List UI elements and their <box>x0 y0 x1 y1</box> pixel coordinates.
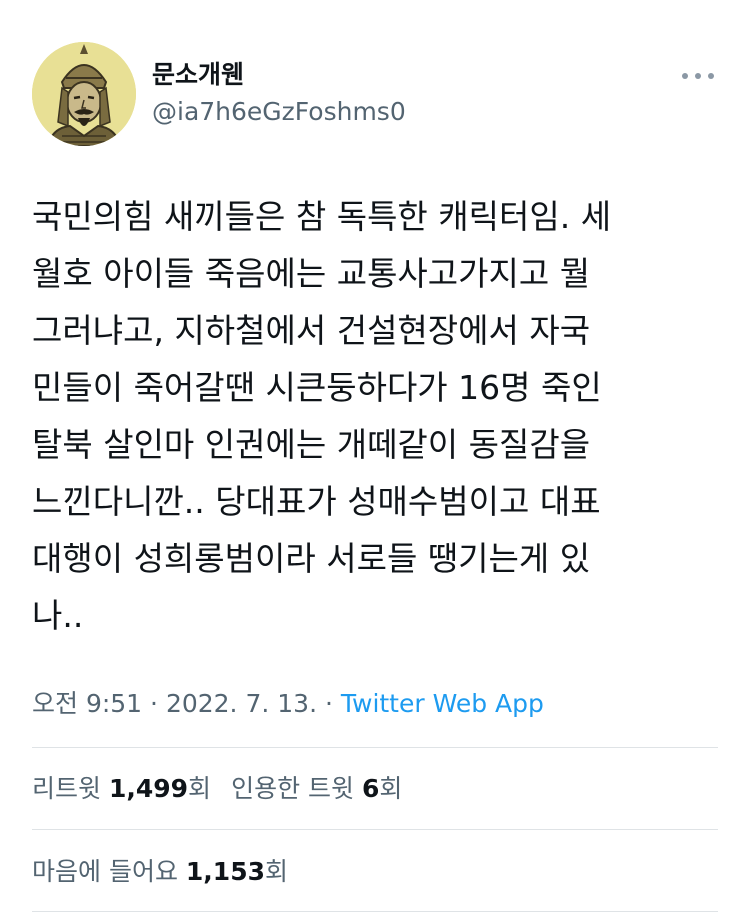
likes-label: 마음에 들어요 <box>32 857 178 886</box>
retweets-count: 1,499 <box>108 774 189 803</box>
likes-count: 1,153 <box>185 857 265 886</box>
user-handle[interactable]: @ia7h6eGzFoshms0 <box>152 97 406 127</box>
tweet-meta: 오전 9:51 · 2022. 7. 13. · Twitter Web App <box>32 684 544 724</box>
tweet-text-line: 월호 아이들 죽음에는 교통사고가지고 뭘 <box>32 254 591 293</box>
divider <box>32 829 718 830</box>
tweet-text-line: 대행이 성희롱범이라 서로들 땡기는게 있 <box>32 539 591 578</box>
dot <box>682 73 688 79</box>
tweet-time[interactable]: 오전 9:51 <box>32 689 142 718</box>
divider <box>32 911 718 912</box>
meta-separator: · <box>142 689 166 718</box>
display-name[interactable]: 문소개웬 <box>152 60 244 90</box>
likes-stats[interactable]: 마음에 들어요 1,153회 <box>32 852 288 892</box>
retweets-stat[interactable]: 리트윗 1,499회 <box>32 774 211 803</box>
retweets-unit: 회 <box>188 774 212 803</box>
tweet-text-line: 나.. <box>32 596 84 635</box>
quotes-count: 6 <box>361 774 380 803</box>
avatar[interactable] <box>32 42 136 146</box>
tweet-source-link[interactable]: Twitter Web App <box>341 689 544 718</box>
tweet-date[interactable]: 2022. 7. 13. <box>166 689 317 718</box>
quotes-label: 인용한 트윗 <box>231 774 355 803</box>
quotes-stat[interactable]: 인용한 트윗 6회 <box>231 774 402 803</box>
tweet-text-line: 느낀다니깐.. 당대표가 성매수범이고 대표 <box>32 482 601 521</box>
warrior-portrait-icon <box>32 42 136 146</box>
tweet-text-line: 민들이 죽어갈땐 시큰둥하다가 16명 죽인 <box>32 368 602 407</box>
likes-unit: 회 <box>264 857 288 886</box>
tweet-text: 국민의힘 새끼들은 참 독특한 캐릭터임. 세 월호 아이들 죽음에는 교통사고… <box>32 188 732 644</box>
more-options-icon[interactable] <box>682 70 714 82</box>
quotes-unit: 회 <box>379 774 403 803</box>
tweet-text-line: 그러냐고, 지하철에서 건설현장에서 자국 <box>32 311 591 350</box>
tweet-header: 문소개웬 @ia7h6eGzFoshms0 <box>32 42 718 146</box>
divider <box>32 747 718 748</box>
retweets-label: 리트윗 <box>32 774 102 803</box>
retweet-quote-stats: 리트윗 1,499회 인용한 트윗 6회 <box>32 769 402 809</box>
tweet-text-line: 국민의힘 새끼들은 참 독특한 캐릭터임. 세 <box>32 197 612 236</box>
tweet-text-line: 탈북 살인마 인권에는 개떼같이 동질감을 <box>32 425 591 464</box>
meta-separator: · <box>317 689 341 718</box>
dot <box>708 73 714 79</box>
dot <box>695 73 701 79</box>
